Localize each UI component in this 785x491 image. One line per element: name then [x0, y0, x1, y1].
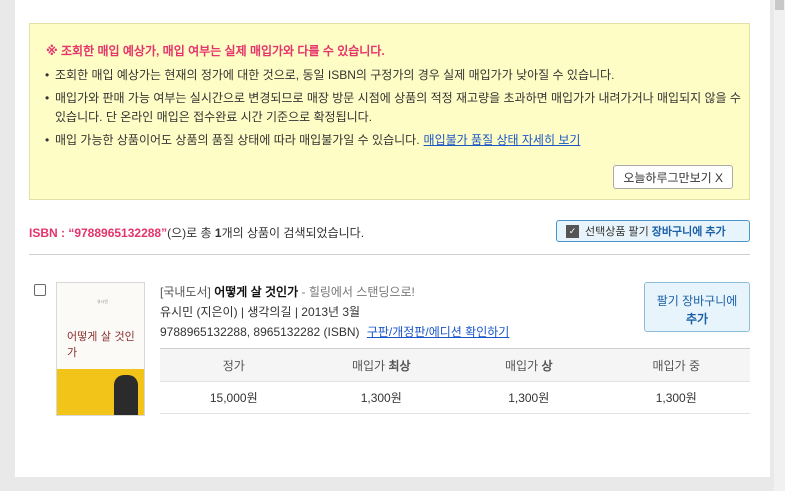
notice-list: • 조회한 매입 예상가는 현재의 정가에 대한 것으로, 동일 ISBN의 구정…	[43, 66, 743, 154]
notice-box: ※ 조회한 매입 예상가, 매입 여부는 실제 매입가와 다를 수 있습니다. …	[29, 23, 750, 200]
cover-title: 어떻게 살 것인가	[67, 330, 135, 359]
buy-price-fair: 1,300원	[602, 381, 750, 414]
notice-item: • 매입가와 판매 가능 여부는 실시간으로 변경되므로 매장 방문 시점에 상품…	[45, 91, 741, 124]
quality-detail-link[interactable]: 매입불가 품질 상태 자세히 보기	[424, 133, 581, 147]
column-header: 매입가 최상	[307, 348, 455, 382]
product-title[interactable]: 어떻게 살 것인가	[214, 285, 298, 299]
table-header-row: 정가 매입가 최상 매입가 상 매입가 중	[160, 348, 750, 382]
bullet-icon: •	[45, 133, 50, 147]
product-author-line: 유시민 (지은이) | 생각의길 | 2013년 3월	[160, 305, 361, 319]
list-price: 15,000원	[160, 381, 308, 414]
result-count: 1	[214, 226, 222, 240]
checkbox-icon: ✓	[566, 224, 579, 238]
table-row: 15,000원 1,300원 1,300원 1,300원	[160, 381, 750, 414]
add-selected-to-cart-button[interactable]: ✓ 선택상품 팔기 장바구니에 추가	[556, 220, 750, 242]
searched-isbn: ISBN : “9788965132288”	[29, 226, 168, 240]
price-table: 정가 매입가 최상 매입가 상 매입가 중 15,000원 1,300원 1,3…	[160, 348, 750, 414]
product-isbn: 9788965132288, 8965132282 (ISBN)	[160, 325, 360, 339]
product-select-checkbox[interactable]	[34, 284, 46, 296]
notice-title: ※ 조회한 매입 예상가, 매입 여부는 실제 매입가와 다를 수 있습니다.	[46, 44, 385, 58]
buy-price-good: 1,300원	[455, 381, 603, 414]
hide-today-button[interactable]: 오늘하루그만보기 X	[613, 165, 733, 189]
bullet-icon: •	[45, 68, 50, 82]
column-header: 매입가 중	[602, 348, 750, 382]
column-header: 매입가 상	[455, 348, 603, 382]
add-to-sell-cart-button[interactable]: 팔기 장바구니에 추가	[644, 282, 750, 332]
vertical-scrollbar[interactable]	[774, 0, 785, 491]
cover-portrait	[114, 375, 138, 415]
search-result-summary: ISBN : “9788965132288”(으)로 총 1개의 상품이 검색되…	[29, 226, 365, 240]
bullet-icon: •	[45, 91, 50, 105]
product-subtitle: - 힐링에서 스탠딩으로!	[301, 285, 415, 299]
notice-item: • 조회한 매입 예상가는 현재의 정가에 대한 것으로, 동일 ISBN의 구정…	[43, 66, 743, 85]
product-info: [국내도서] 어떻게 살 것인가 - 힐링에서 스탠딩으로! 유시민 (지은이)…	[160, 282, 509, 342]
buy-price-best: 1,300원	[307, 381, 455, 414]
column-header: 정가	[160, 348, 308, 382]
edition-check-link[interactable]: 구판/개정판/에디션 확인하기	[367, 325, 509, 339]
scrollbar-thumb[interactable]	[775, 0, 784, 10]
notice-item: • 매입 가능한 상품이어도 상품의 품질 상태에 따라 매입불가일 수 있습니다…	[43, 131, 743, 150]
cover-author: 유시민	[97, 299, 109, 304]
divider	[29, 254, 750, 255]
book-cover-image[interactable]: 유시민 어떻게 살 것인가	[56, 282, 145, 416]
product-category: [국내도서]	[160, 285, 211, 299]
